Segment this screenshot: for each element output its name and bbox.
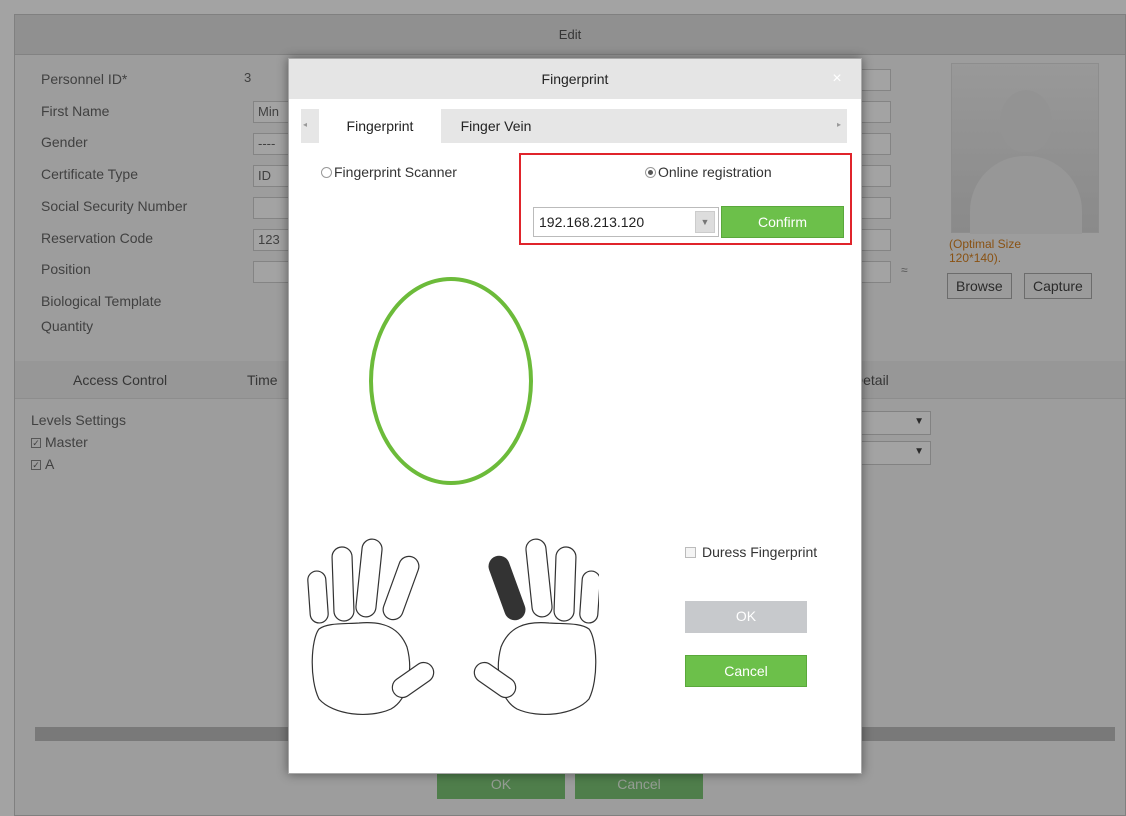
ok-button[interactable]: OK [685,601,807,633]
dialog-title: Fingerprint [289,59,861,99]
left-ring-finger [331,546,355,622]
fingerprint-scanner-label: Fingerprint Scanner [334,164,457,180]
left-middle-finger [355,538,383,618]
hands-diagram [307,538,599,716]
chevron-down-icon[interactable]: ▼ [695,211,715,233]
fingerprint-scanner-option[interactable]: Fingerprint Scanner [321,163,457,181]
right-index-finger [488,555,526,621]
device-ip-select[interactable]: 192.168.213.120 ▼ [533,207,719,237]
right-ring-finger [553,546,577,622]
right-palm-shape [497,622,597,716]
radio-selected-icon[interactable] [645,167,656,178]
online-registration-label: Online registration [658,164,772,180]
tab-scroll-right-icon[interactable]: ▸ [837,120,841,129]
fingerprint-image-area [369,277,533,485]
dialog-tab-strip: ◂ Fingerprint Finger Vein ▸ [301,109,847,143]
tab-fingerprint[interactable]: Fingerprint [319,109,441,143]
left-index-finger [382,555,420,621]
duress-fingerprint-label: Duress Fingerprint [702,544,818,560]
left-palm-shape [311,622,411,716]
fingerprint-dialog: Fingerprint × ◂ Fingerprint Finger Vein … [288,58,862,774]
close-icon[interactable]: × [827,69,847,89]
confirm-button[interactable]: Confirm [721,206,844,238]
right-pinky-finger [579,570,599,624]
tab-scroll-left-icon[interactable]: ◂ [303,120,307,129]
left-pinky-finger [307,570,329,624]
duress-fingerprint-option[interactable]: Duress Fingerprint [685,543,817,561]
cancel-button[interactable]: Cancel [685,655,807,687]
checkbox-unchecked-icon[interactable] [685,547,696,558]
right-middle-finger [525,538,553,618]
tab-finger-vein[interactable]: Finger Vein [441,109,551,143]
device-ip-value: 192.168.213.120 [539,214,645,230]
online-registration-option[interactable]: Online registration [645,163,772,181]
radio-unselected-icon[interactable] [321,167,332,178]
